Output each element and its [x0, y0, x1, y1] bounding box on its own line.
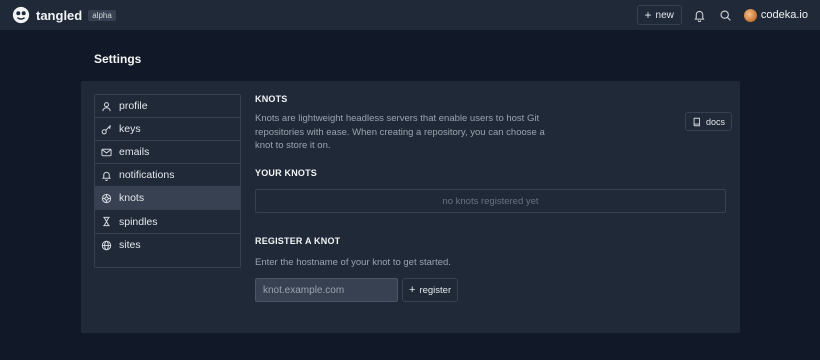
your-knots-heading: YOUR KNOTS	[255, 168, 318, 178]
plus-icon: +	[644, 8, 652, 22]
user-icon	[101, 101, 112, 112]
username: codeka.io	[760, 9, 808, 21]
sidebar-item-label: notifications	[119, 169, 175, 182]
spindle-icon	[101, 216, 112, 227]
new-button-label: new	[655, 9, 674, 21]
knots-empty-state: no knots registered yet	[255, 189, 726, 213]
sidebar-item-spindles[interactable]: spindles	[95, 210, 240, 234]
register-button-label: register	[419, 284, 452, 296]
avatar	[743, 8, 757, 22]
register-description: Enter the hostname of your knot to get s…	[255, 257, 451, 268]
docs-button-label: docs	[706, 116, 726, 127]
sidebar-item-notifications[interactable]: notifications	[95, 164, 240, 188]
sidebar-item-label: profile	[119, 100, 148, 113]
search-icon[interactable]	[718, 7, 734, 23]
key-icon	[101, 124, 112, 135]
knots-heading: KNOTS	[255, 94, 288, 104]
sidebar-item-keys[interactable]: keys	[95, 118, 240, 142]
bell-icon[interactable]	[692, 7, 708, 23]
brand[interactable]: tangled alpha	[12, 6, 116, 24]
alpha-badge: alpha	[88, 9, 116, 21]
sidebar-item-label: knots	[119, 192, 145, 205]
mail-icon	[101, 147, 112, 158]
sidebar-item-sites[interactable]: sites	[95, 234, 240, 257]
book-icon	[692, 117, 702, 127]
hostname-input[interactable]	[255, 278, 398, 302]
top-navbar: tangled alpha + new codeka.io	[0, 0, 820, 30]
docs-button[interactable]: docs	[685, 112, 733, 131]
sidebar-item-knots[interactable]: knots	[95, 187, 240, 211]
new-button[interactable]: + new	[636, 5, 682, 25]
sidebar-item-label: sites	[119, 239, 141, 252]
sidebar-item-emails[interactable]: emails	[95, 141, 240, 165]
sidebar-item-label: keys	[119, 123, 141, 136]
app-name: tangled	[36, 7, 83, 23]
register-button[interactable]: + register	[402, 278, 459, 302]
settings-card: profile keys emails notifications knots …	[81, 81, 740, 333]
sidebar-item-label: spindles	[119, 215, 158, 228]
knots-panel: KNOTS Knots are lightweight headless ser…	[255, 94, 733, 302]
user-menu[interactable]: codeka.io	[743, 8, 808, 22]
knots-description: Knots are lightweight headless servers t…	[255, 113, 545, 151]
sidebar-item-profile[interactable]: profile	[95, 95, 240, 119]
page-title: Settings	[94, 52, 142, 66]
settings-sidebar: profile keys emails notifications knots …	[94, 94, 241, 268]
bell-icon	[101, 170, 112, 181]
register-knot-heading: REGISTER A KNOT	[255, 236, 341, 246]
knot-icon	[101, 193, 112, 204]
tangled-logo-icon	[12, 6, 30, 24]
globe-icon	[101, 240, 112, 251]
sidebar-item-label: emails	[119, 146, 150, 159]
empty-state-text: no knots registered yet	[442, 195, 539, 207]
plus-icon: +	[409, 283, 416, 296]
